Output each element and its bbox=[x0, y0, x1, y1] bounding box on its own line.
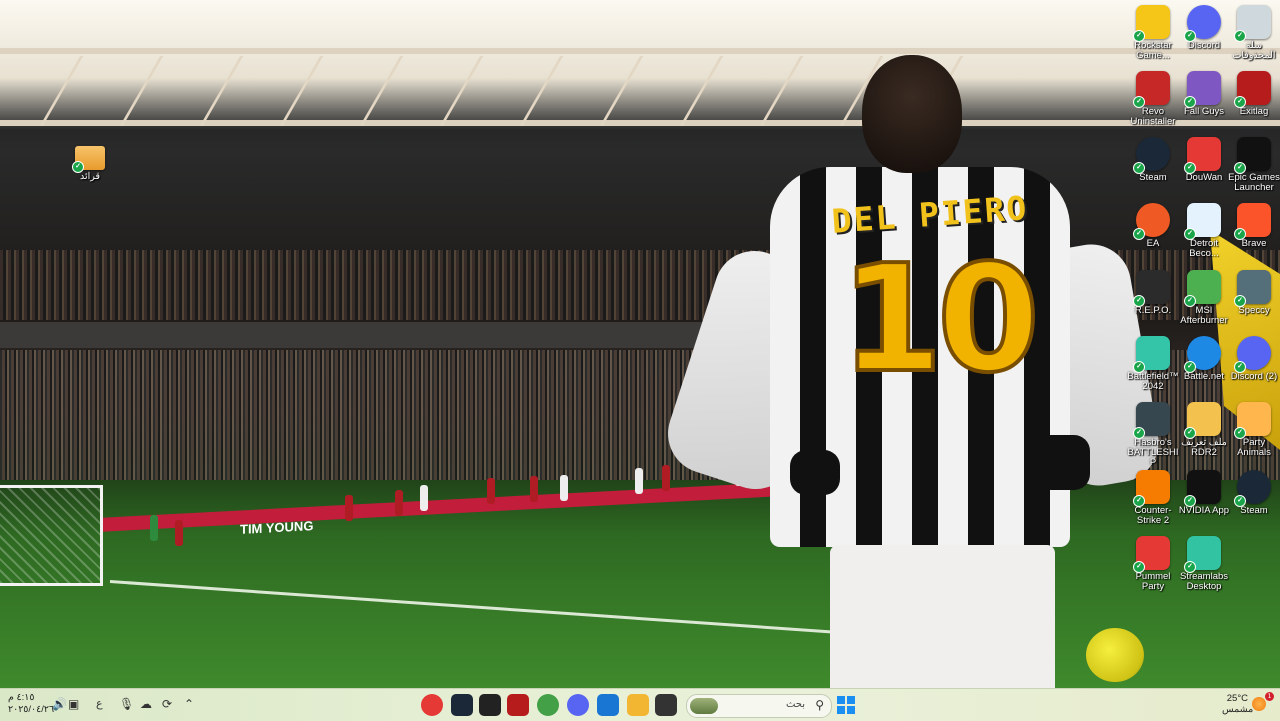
search-placeholder: بحث bbox=[785, 699, 805, 710]
desktop-icon-steam-2[interactable]: ✓ Steam bbox=[1226, 470, 1280, 516]
taskbar-chrome-profile-icon[interactable] bbox=[421, 694, 443, 716]
desktop-icon-steam-1[interactable]: ✓ Steam bbox=[1125, 137, 1181, 183]
ad-text: TIM YOUNG bbox=[240, 518, 314, 537]
desktop-icon-recycle-bin[interactable]: ✓ سلة المحذوفات bbox=[1226, 5, 1280, 61]
folder-icon: ✓ bbox=[72, 146, 105, 173]
start-button[interactable] bbox=[837, 696, 855, 714]
weather-widget[interactable]: 25°C مشمس bbox=[1222, 693, 1254, 715]
steam-icon: ✓ bbox=[1234, 470, 1271, 507]
brave-icon: ✓ bbox=[1234, 203, 1271, 240]
taskbar-store-icon[interactable] bbox=[597, 694, 619, 716]
party-animals-icon: ✓ bbox=[1234, 402, 1271, 439]
desktop-icon-rockstar[interactable]: ✓ Rockstar Game... bbox=[1125, 5, 1181, 61]
desktop-icon-douwan[interactable]: ✓ DouWan bbox=[1176, 137, 1232, 183]
desktop-icon-epic[interactable]: ✓ Epic Games Launcher bbox=[1226, 137, 1280, 193]
cloud-icon[interactable]: ☁ bbox=[140, 697, 152, 711]
desktop-icon-bf2042[interactable]: ✓ Battlefield™ 2042 bbox=[1125, 336, 1181, 392]
nvidia-icon: ✓ bbox=[1184, 470, 1221, 507]
search-highlight-icon bbox=[690, 698, 718, 714]
streamlabs-icon: ✓ bbox=[1184, 536, 1221, 573]
battlefield-icon: ✓ bbox=[1133, 336, 1170, 373]
desktop-icon-discord-2[interactable]: ✓ Discord (2) bbox=[1226, 336, 1280, 382]
desktop-icon-msi[interactable]: ✓ MSI Afterburner bbox=[1176, 270, 1232, 326]
chevron-up-icon[interactable]: ⌃ bbox=[184, 697, 194, 711]
speccy-icon: ✓ bbox=[1234, 270, 1271, 307]
desktop-icon-rdr2[interactable]: ✓ ملف تعريف RDR2 bbox=[1176, 402, 1232, 458]
fall-guys-icon: ✓ bbox=[1184, 71, 1221, 108]
taskbar-terminal-icon[interactable] bbox=[655, 694, 677, 716]
repo-icon: ✓ bbox=[1133, 270, 1170, 307]
sync-icon[interactable]: ⟳ bbox=[162, 697, 172, 711]
desktop-icon-nvidia[interactable]: ✓ NVIDIA App bbox=[1176, 470, 1232, 516]
player-figure: DEL PIERO 10 bbox=[657, 55, 1166, 688]
taskbar: ٤:١٥ م ٢٠٢٥/٠٤/٢٦ 🔊 ▣ ع 🎙 ☁ ⟳ ⌃ بحث ⚲ 25… bbox=[0, 688, 1280, 721]
desktop-icon-party-animals[interactable]: ✓ Party Animals bbox=[1226, 402, 1280, 458]
advertising-board bbox=[100, 482, 780, 532]
desktop-icon-fall-guys[interactable]: ✓ Fall Guys bbox=[1176, 71, 1232, 117]
desktop-icon-repo[interactable]: ✓ R.E.P.O. bbox=[1125, 270, 1181, 316]
search-box[interactable]: بحث ⚲ bbox=[686, 694, 832, 718]
volume-icon[interactable]: 🔊 bbox=[52, 697, 67, 711]
desktop-icon-discord-1[interactable]: ✓ Discord bbox=[1176, 5, 1232, 51]
clock-time: ٤:١٥ م bbox=[8, 692, 35, 703]
goal-net bbox=[0, 485, 103, 586]
steam-icon: ✓ bbox=[1133, 137, 1170, 174]
desktop-icon-battlenet[interactable]: ✓ Battle.net bbox=[1176, 336, 1232, 382]
taskbar-discord-icon[interactable] bbox=[567, 694, 589, 716]
taskbar-steam-icon[interactable] bbox=[451, 694, 473, 716]
weather-temp: 25°C bbox=[1226, 693, 1248, 704]
desktop-icon-cs2[interactable]: ✓ Counter-Strike 2 bbox=[1125, 470, 1181, 526]
ea-icon: ✓ bbox=[1133, 203, 1170, 240]
desktop-icon-streamlabs[interactable]: ✓ Streamlabs Desktop bbox=[1176, 536, 1232, 592]
taskbar-clock[interactable]: ٤:١٥ م ٢٠٢٥/٠٤/٢٦ bbox=[8, 692, 54, 716]
taskbar-file-explorer-icon[interactable] bbox=[627, 694, 649, 716]
player-shorts bbox=[830, 545, 1055, 688]
desktop-icon-revo[interactable]: ✓ Revo Uninstaller bbox=[1125, 71, 1181, 127]
exitlag-icon: ✓ bbox=[1234, 71, 1271, 108]
msi-afterburner-icon: ✓ bbox=[1184, 270, 1221, 307]
language-indicator[interactable]: ع bbox=[96, 697, 103, 710]
desktop-icon-battleship[interactable]: ✓ Hasbro's BATTLESHIP bbox=[1125, 402, 1181, 468]
desktop-icon-speccy[interactable]: ✓ Speccy bbox=[1226, 270, 1280, 316]
weather-desc: مشمس bbox=[1222, 704, 1254, 715]
desktop-icon-brave[interactable]: ✓ Brave bbox=[1226, 203, 1280, 249]
stadium-tier bbox=[0, 322, 720, 348]
microphone-icon[interactable]: 🎙 bbox=[119, 697, 134, 711]
battlenet-icon: ✓ bbox=[1184, 336, 1221, 373]
folder-icon: ✓ bbox=[1184, 402, 1221, 439]
battleship-icon: ✓ bbox=[1133, 402, 1170, 439]
search-icon: ⚲ bbox=[815, 698, 824, 712]
sun-icon bbox=[1252, 697, 1266, 711]
discord-icon: ✓ bbox=[1234, 336, 1271, 373]
rockstar-icon: ✓ bbox=[1133, 5, 1170, 42]
counter-strike-icon: ✓ bbox=[1133, 470, 1170, 507]
desktop-icon-exitlag[interactable]: ✓ Exitlag bbox=[1226, 71, 1280, 117]
recycle-bin-icon: ✓ bbox=[1234, 5, 1271, 42]
desktop-wallpaper: TIM YOUNG DEL PIERO 10 bbox=[0, 0, 1280, 688]
player-head bbox=[862, 55, 962, 173]
taskbar-game-icon[interactable] bbox=[479, 694, 501, 716]
clock-date: ٢٠٢٥/٠٤/٢٦ bbox=[8, 704, 55, 715]
taskbar-chrome-icon[interactable] bbox=[537, 694, 559, 716]
jersey-number: 10 bbox=[838, 233, 1042, 405]
pummel-party-icon: ✓ bbox=[1133, 536, 1170, 573]
desktop-icon-folder[interactable]: ✓ قرائد bbox=[62, 142, 118, 182]
desktop-icon-ea[interactable]: ✓ EA bbox=[1125, 203, 1181, 249]
discord-icon: ✓ bbox=[1184, 5, 1221, 42]
epic-games-icon: ✓ bbox=[1234, 137, 1271, 174]
revo-icon: ✓ bbox=[1133, 71, 1170, 108]
network-icon[interactable]: ▣ bbox=[68, 697, 79, 711]
detroit-icon: ✓ bbox=[1184, 203, 1221, 240]
desktop-icon-detroit[interactable]: ✓ Detroit Beco... bbox=[1176, 203, 1232, 259]
taskbar-exitlag-icon[interactable] bbox=[507, 694, 529, 716]
notification-badge[interactable]: 1 bbox=[1265, 692, 1274, 701]
desktop-icon-pummel[interactable]: ✓ Pummel Party bbox=[1125, 536, 1181, 592]
douwan-icon: ✓ bbox=[1184, 137, 1221, 174]
